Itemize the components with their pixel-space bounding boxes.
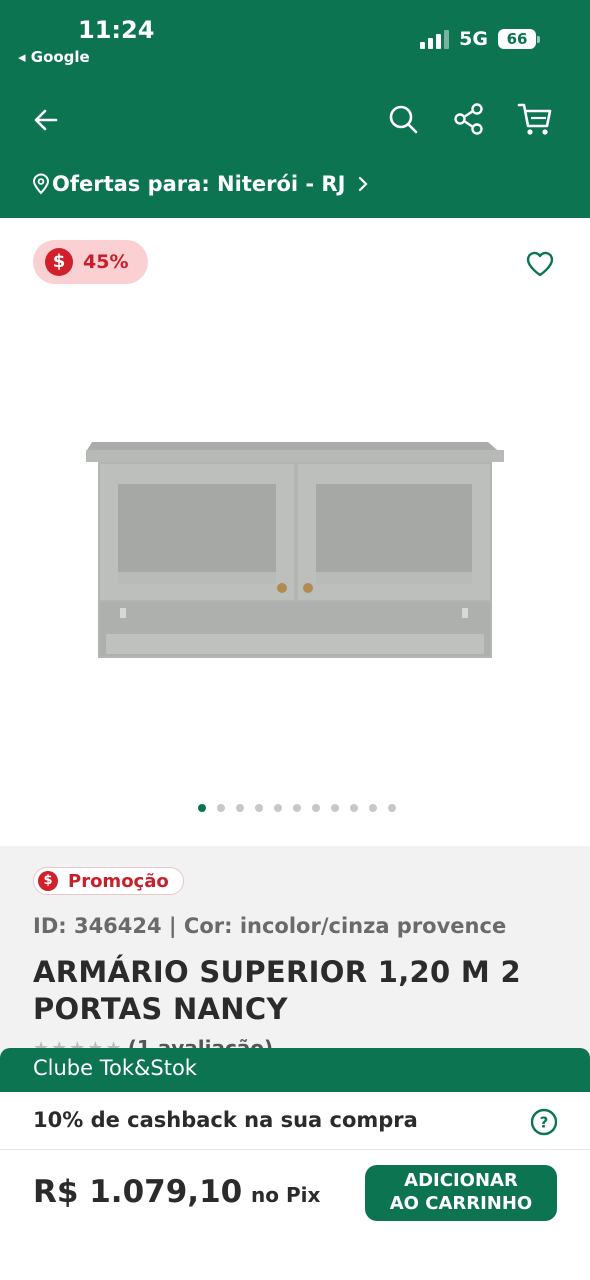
signal-icon: [420, 29, 450, 49]
pagination-dot[interactable]: [388, 804, 396, 812]
pagination-dot[interactable]: [350, 804, 358, 812]
add-to-cart-button[interactable]: ADICIONAR AO CARRINHO: [365, 1165, 557, 1221]
location-label: Ofertas para: Niterói - RJ: [52, 172, 346, 196]
product-id-color: ID: 346424 | Cor: incolor/cinza provence: [33, 914, 507, 938]
add-button-line2: AO CARRINHO: [389, 1193, 533, 1214]
dollar-coin-icon: $: [45, 248, 73, 276]
promo-tag: $ Promoção: [33, 867, 184, 895]
pagination-dot[interactable]: [255, 804, 263, 812]
product-title: ARMÁRIO SUPERIOR 1,20 M 2 PORTAS NANCY: [33, 955, 521, 1026]
heart-icon[interactable]: [524, 248, 556, 280]
cashback-text: 10% de cashback na sua compra: [33, 1108, 418, 1132]
pagination-dot[interactable]: [217, 804, 225, 812]
status-indicators: 5G 66: [420, 28, 540, 50]
discount-percent: 45%: [83, 251, 129, 273]
search-icon[interactable]: [386, 102, 420, 136]
discount-badge: $ 45%: [33, 240, 149, 284]
back-arrow-icon[interactable]: [30, 104, 62, 136]
back-to-google-link[interactable]: ◂ Google: [18, 48, 90, 66]
pagination-dot[interactable]: [293, 804, 301, 812]
status-time: 11:24: [78, 16, 155, 44]
product-gallery[interactable]: $ 45%: [0, 218, 590, 846]
club-banner[interactable]: Clube Tok&Stok: [0, 1048, 590, 1092]
pagination-dot[interactable]: [369, 804, 377, 812]
product-image: [86, 442, 504, 658]
product-info: $ Promoção ID: 346424 | Cor: incolor/cin…: [0, 846, 590, 1060]
purchase-bar: R$ 1.079,10 no Pix ADICIONAR AO CARRINHO: [0, 1150, 590, 1280]
network-type: 5G: [459, 28, 488, 50]
chevron-right-icon: [359, 176, 368, 192]
dollar-coin-icon: $: [38, 871, 58, 891]
pagination-dot[interactable]: [331, 804, 339, 812]
club-title: Clube Tok&Stok: [33, 1056, 197, 1080]
price-note: no Pix: [251, 1183, 321, 1207]
add-button-line1: ADICIONAR: [404, 1170, 518, 1191]
battery-icon: 66: [498, 29, 540, 49]
help-question-icon[interactable]: ?: [530, 1108, 558, 1136]
promo-label: Promoção: [68, 870, 169, 892]
cashback-row[interactable]: 10% de cashback na sua compra ?: [0, 1092, 590, 1150]
pagination-dot[interactable]: [198, 804, 206, 812]
app-header: 11:24 ◂ Google 5G 66 Ofertas para: Niter…: [0, 0, 590, 218]
pagination-dot[interactable]: [312, 804, 320, 812]
svg-text:?: ?: [540, 1114, 549, 1132]
location-pin-icon: [32, 173, 50, 195]
share-icon[interactable]: [452, 102, 486, 136]
cart-icon[interactable]: [516, 100, 554, 138]
pagination-dot[interactable]: [274, 804, 282, 812]
battery-level: 66: [498, 29, 536, 49]
gallery-pagination[interactable]: [0, 804, 590, 812]
price: R$ 1.079,10: [33, 1174, 243, 1210]
location-selector[interactable]: Ofertas para: Niterói - RJ: [32, 172, 373, 196]
pagination-dot[interactable]: [236, 804, 244, 812]
